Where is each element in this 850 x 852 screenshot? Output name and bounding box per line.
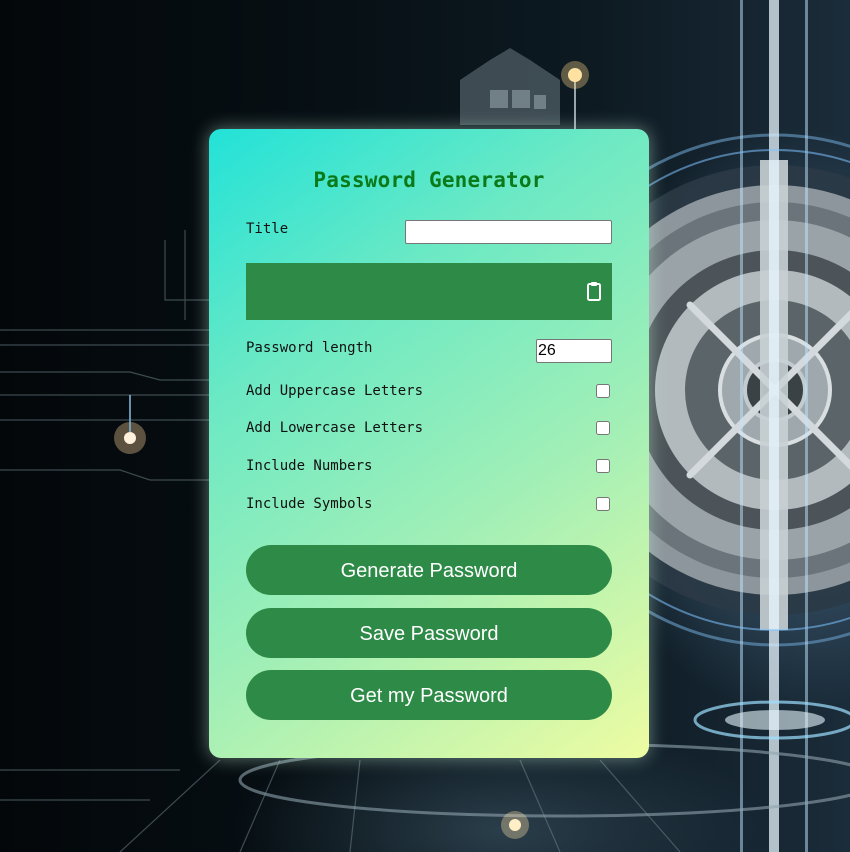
- get-password-button[interactable]: Get my Password: [246, 670, 612, 720]
- uppercase-checkbox[interactable]: [596, 384, 610, 398]
- password-length-label: Password length: [246, 340, 373, 356]
- title-label: Title: [246, 221, 289, 237]
- save-password-button[interactable]: Save Password: [246, 608, 612, 658]
- numbers-label: Include Numbers: [246, 458, 373, 474]
- lowercase-checkbox[interactable]: [596, 421, 610, 435]
- symbols-checkbox[interactable]: [596, 497, 610, 511]
- generated-password-display: [246, 263, 612, 320]
- password-length-input[interactable]: [536, 339, 612, 363]
- uppercase-label: Add Uppercase Letters: [246, 383, 424, 399]
- generate-password-button[interactable]: Generate Password: [246, 545, 612, 595]
- title-input[interactable]: [405, 220, 612, 244]
- lowercase-label: Add Lowercase Letters: [246, 420, 424, 436]
- numbers-checkbox[interactable]: [596, 459, 610, 473]
- page-title: Password Generator: [313, 168, 545, 192]
- symbols-label: Include Symbols: [246, 496, 373, 512]
- password-generator-card: Password Generator Title Password length…: [209, 129, 649, 758]
- clipboard-icon[interactable]: [586, 281, 602, 301]
